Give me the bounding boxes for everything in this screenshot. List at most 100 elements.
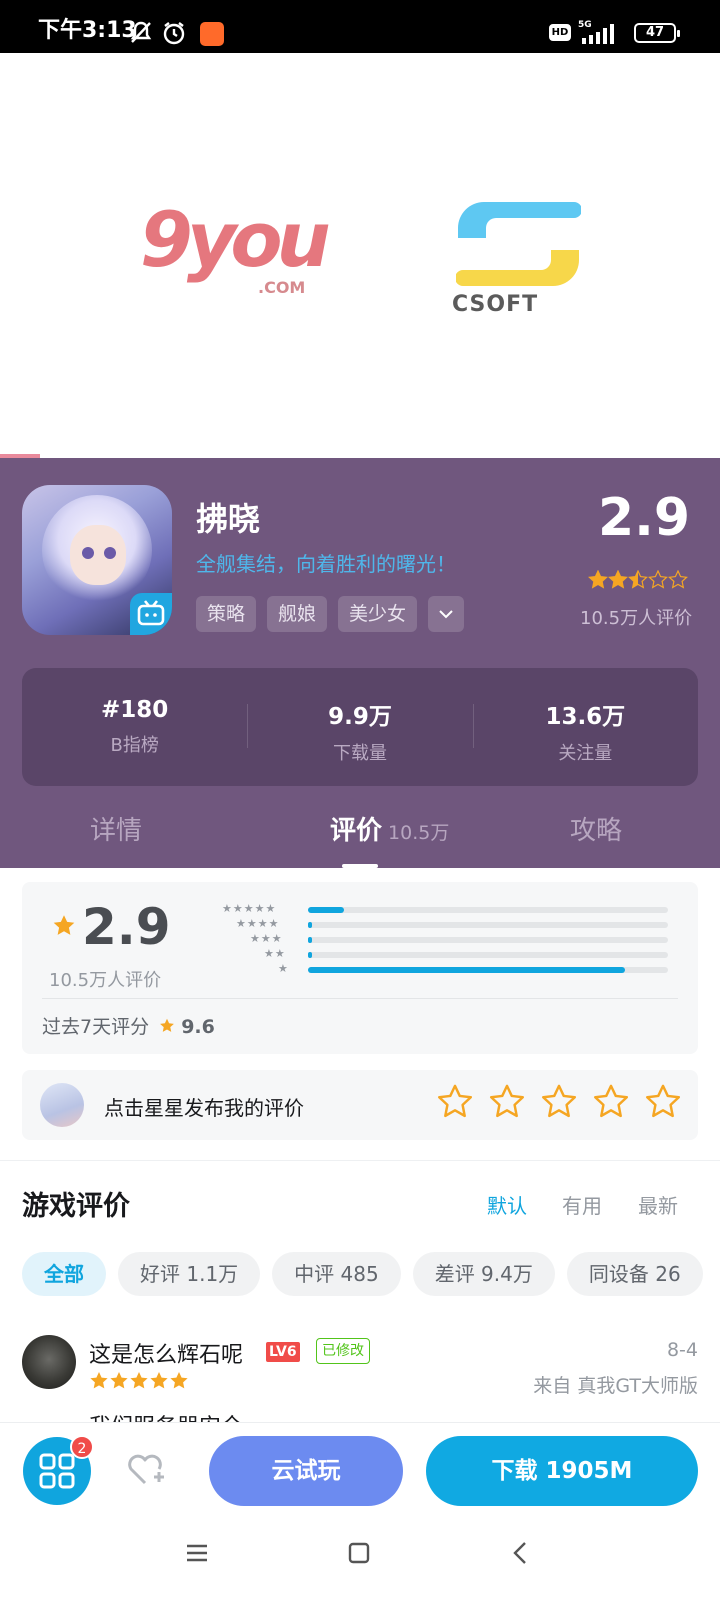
cloud-play-button[interactable]: 云试玩 bbox=[209, 1436, 403, 1506]
filter-negative[interactable]: 差评 9.4万 bbox=[412, 1252, 555, 1296]
9you-logo: 9you .COM bbox=[140, 195, 331, 298]
app-header: 拂晓 全舰集结，向着胜利的曙光！ 策略 舰娘 美少女 2.9 10.5万人评价 … bbox=[0, 458, 720, 868]
stars-5-icon: ★★★★★ bbox=[222, 902, 277, 915]
status-bar: 下午3:13 HD 5G 47 bbox=[0, 0, 720, 53]
recent-rating-value: 9.6 bbox=[181, 1016, 215, 1038]
modified-badge: 已修改 bbox=[316, 1338, 370, 1364]
tab-bar: 详情 评价 10.5万 攻略 bbox=[0, 798, 720, 868]
banner[interactable]: 9you .COM CSOFT bbox=[0, 53, 720, 458]
star-outline-icon[interactable] bbox=[540, 1083, 578, 1121]
stars-2-icon: ★★ bbox=[264, 947, 286, 960]
tab-details[interactable]: 详情 bbox=[90, 810, 142, 847]
tab-reviews-label: 评价 bbox=[330, 816, 383, 846]
tags-expand-button[interactable] bbox=[428, 596, 465, 632]
rating-bar-5: ★★★★★ bbox=[222, 902, 672, 916]
stat-value: 13.6万 bbox=[545, 704, 626, 730]
tag-list: 策略 舰娘 美少女 bbox=[196, 596, 465, 632]
app-score: 2.9 bbox=[598, 488, 691, 548]
battery-icon: 47 bbox=[634, 23, 680, 43]
star-outline-icon[interactable] bbox=[436, 1083, 474, 1121]
review-date: 8-4 bbox=[666, 1339, 698, 1361]
rating-score: 2.9 bbox=[82, 898, 171, 956]
sort-newest[interactable]: 最新 bbox=[638, 1190, 678, 1219]
reviews-title: 游戏评价 bbox=[22, 1191, 130, 1222]
rating-count: 10.5万人评价 bbox=[49, 970, 162, 991]
download-button[interactable]: 下载 1905M bbox=[426, 1436, 698, 1506]
rating-bar-1: ★ bbox=[222, 962, 672, 976]
sort-useful[interactable]: 有用 bbox=[562, 1190, 602, 1219]
status-time: 下午3:13 bbox=[38, 18, 137, 43]
9you-logo-mark: 9you bbox=[140, 195, 331, 284]
app-rating-count: 10.5万人评价 bbox=[580, 608, 693, 629]
follow-button[interactable] bbox=[124, 1449, 166, 1495]
star-icon bbox=[588, 570, 608, 589]
heart-plus-icon bbox=[128, 1454, 164, 1485]
stars-1-icon: ★ bbox=[278, 962, 289, 975]
mute-icon bbox=[128, 20, 154, 50]
stat-value: 9.9万 bbox=[328, 704, 392, 730]
app-title: 拂晓 bbox=[196, 500, 261, 538]
post-rating-card: 点击星星发布我的评价 bbox=[22, 1070, 698, 1140]
app-score-stars bbox=[588, 570, 690, 590]
rating-summary-card: 2.9 10.5万人评价 ★★★★★ ★★★★ ★★★ ★★ ★ 过去7天评分 … bbox=[22, 882, 698, 1054]
bilibili-tv-icon bbox=[130, 593, 172, 635]
sort-default[interactable]: 默认 bbox=[487, 1190, 527, 1219]
app-slogan: 全舰集结，向着胜利的曙光！ bbox=[196, 552, 456, 576]
divider bbox=[42, 998, 678, 999]
hd-icon: HD bbox=[549, 24, 571, 41]
stat-downloads: 9.9万 下载量 bbox=[247, 668, 472, 786]
app-icon bbox=[22, 485, 172, 635]
csoft-logo-text: CSOFT bbox=[452, 292, 539, 317]
tag-strategy[interactable]: 策略 bbox=[196, 596, 257, 632]
filter-all[interactable]: 全部 bbox=[22, 1252, 106, 1296]
star-outline-icon[interactable] bbox=[644, 1083, 682, 1121]
review-stars bbox=[89, 1371, 191, 1391]
recent-rating: 过去7天评分 9.6 bbox=[42, 1012, 215, 1039]
stars-4-icon: ★★★★ bbox=[236, 917, 280, 930]
chevron-down-icon bbox=[439, 610, 453, 619]
rating-bar-fill bbox=[308, 922, 312, 928]
rating-bar-fill bbox=[308, 967, 625, 973]
rating-bar-fill bbox=[308, 907, 344, 913]
review-author[interactable]: 这是怎么辉石呢 bbox=[89, 1337, 243, 1369]
review-item[interactable]: 这是怎么辉石呢 LV6 已修改 8-4 来自 真我GT大师版 我们服务器安全… bbox=[22, 1335, 698, 1440]
filter-same-device[interactable]: 同设备 26 bbox=[566, 1252, 703, 1296]
menu-icon[interactable] bbox=[184, 1540, 210, 1570]
notification-badge: 2 bbox=[70, 1435, 94, 1459]
review-filters: 全部 好评 1.1万 中评 485 差评 9.4万 同设备 26 bbox=[22, 1252, 703, 1296]
post-rating-stars bbox=[436, 1083, 682, 1121]
back-icon[interactable] bbox=[508, 1540, 534, 1570]
app-notification-icon bbox=[200, 22, 224, 46]
csoft-logo: CSOFT bbox=[452, 200, 582, 317]
star-outline-icon[interactable] bbox=[488, 1083, 526, 1121]
star-icon bbox=[160, 1018, 175, 1032]
post-rating-prompt: 点击星星发布我的评价 bbox=[104, 1096, 304, 1120]
recent-rating-label: 过去7天评分 bbox=[42, 1016, 150, 1038]
avatar bbox=[40, 1083, 84, 1127]
stars-3-icon: ★★★ bbox=[250, 932, 283, 945]
stat-label: 关注量 bbox=[558, 743, 613, 764]
filter-positive[interactable]: 好评 1.1万 bbox=[118, 1252, 261, 1296]
rating-bar-4: ★★★★ bbox=[222, 917, 672, 931]
stat-value: #180 bbox=[101, 697, 169, 723]
rating-bar-fill bbox=[308, 952, 312, 958]
signal-icon: 5G bbox=[578, 20, 614, 44]
tag-beauty[interactable]: 美少女 bbox=[338, 596, 418, 632]
stat-followers: 13.6万 关注量 bbox=[472, 668, 698, 786]
tab-reviews-count: 10.5万 bbox=[388, 822, 450, 844]
stats-panel: #180 B指榜 9.9万 下载量 13.6万 关注量 bbox=[22, 668, 698, 786]
tab-guides[interactable]: 攻略 bbox=[570, 810, 622, 847]
tab-reviews[interactable]: 评价 10.5万 bbox=[330, 810, 449, 847]
system-nav-bar bbox=[0, 1518, 720, 1600]
home-icon[interactable] bbox=[346, 1540, 372, 1570]
tag-shipgirl[interactable]: 舰娘 bbox=[267, 596, 328, 632]
filter-neutral[interactable]: 中评 485 bbox=[272, 1252, 401, 1296]
tab-indicator bbox=[342, 864, 378, 868]
divider bbox=[0, 1160, 720, 1161]
avatar[interactable] bbox=[22, 1335, 76, 1389]
stat-rank[interactable]: #180 B指榜 bbox=[22, 668, 247, 786]
stat-label: 下载量 bbox=[332, 743, 387, 764]
alarm-icon bbox=[161, 20, 187, 50]
star-outline-icon[interactable] bbox=[592, 1083, 630, 1121]
rating-bar-3: ★★★ bbox=[222, 932, 672, 946]
